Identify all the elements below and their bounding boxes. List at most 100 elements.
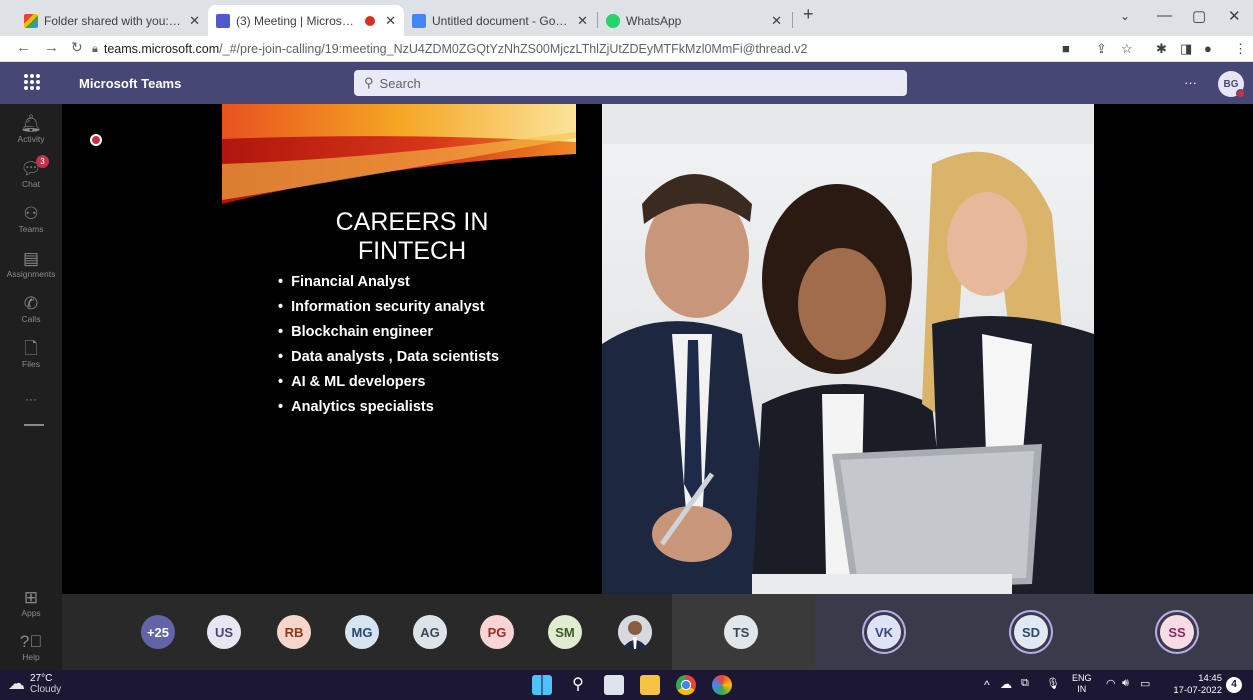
- browser-tab-whatsapp[interactable]: WhatsApp ✕: [598, 5, 790, 36]
- slide-title-line: FINTECH: [357, 237, 467, 265]
- rail-item-help[interactable]: ?⃝ Help: [0, 632, 62, 662]
- chrome-icon[interactable]: [676, 675, 696, 695]
- apps-icon: ⊞: [23, 588, 39, 607]
- clock[interactable]: 14:45 17-07-2022: [1160, 673, 1222, 697]
- participant-initials: RB: [284, 624, 304, 640]
- rail-label: Teams: [18, 224, 44, 234]
- participant-initials: VK: [874, 624, 894, 640]
- rail-label: Chat: [22, 179, 40, 189]
- notification-badge[interactable]: 4: [1226, 677, 1242, 693]
- window-close-button[interactable]: ✕: [1228, 7, 1241, 25]
- close-icon[interactable]: ✕: [189, 13, 200, 29]
- task-view-icon[interactable]: [604, 675, 624, 695]
- reload-icon[interactable]: ↻: [71, 39, 83, 56]
- app-launcher-icon[interactable]: [24, 74, 40, 90]
- file-explorer-icon[interactable]: [640, 675, 660, 695]
- language-indicator[interactable]: ENG IN: [1072, 673, 1092, 695]
- close-icon[interactable]: ✕: [385, 13, 396, 29]
- list-item: • AI & ML developers: [278, 374, 426, 390]
- maximize-button[interactable]: ▢: [1192, 7, 1206, 25]
- battery-icon[interactable]: ▭: [1140, 677, 1150, 690]
- participant-avatar[interactable]: SM: [548, 615, 582, 649]
- presentation-slide: CAREERS IN FINTECH • Financial Analyst •…: [222, 104, 600, 594]
- close-icon[interactable]: ✕: [771, 13, 782, 29]
- extensions-icon[interactable]: ✱: [1156, 41, 1167, 57]
- language-code: ENG: [1072, 673, 1092, 683]
- recording-icon: [365, 15, 376, 26]
- tray-chevron-icon[interactable]: ^: [984, 678, 990, 692]
- profile-avatar-icon[interactable]: ●: [1204, 41, 1212, 56]
- slide-title: CAREERS IN FINTECH: [302, 208, 522, 266]
- file-icon: 🗋︎: [24, 339, 38, 358]
- tab-search-button[interactable]: ⌄: [1120, 9, 1130, 23]
- slide-bullets: • Financial Analyst • Information securi…: [278, 274, 499, 424]
- url-path: /_#/pre-join-calling/19:meeting_NzU4ZDM0…: [219, 42, 808, 56]
- divider: [24, 424, 44, 426]
- slide-photo: [602, 104, 1094, 594]
- search-icon[interactable]: ⚲: [568, 675, 588, 695]
- participant-avatar[interactable]: MG: [345, 615, 379, 649]
- more-options-button[interactable]: ···: [1184, 75, 1197, 90]
- new-tab-button[interactable]: +: [803, 4, 814, 25]
- participant-avatar[interactable]: AG: [413, 615, 447, 649]
- rail-item-assignments[interactable]: ▤ Assignments: [0, 249, 62, 279]
- participant-avatar[interactable]: US: [207, 615, 241, 649]
- participant-avatar[interactable]: [618, 615, 652, 649]
- rail-item-chat[interactable]: 💬︎ Chat 3: [0, 155, 62, 189]
- share-icon[interactable]: ⇪: [1096, 41, 1107, 57]
- rail-more-button[interactable]: ···: [0, 392, 62, 406]
- rail-item-teams[interactable]: ⚇ Teams: [0, 204, 62, 234]
- list-item: • Analytics specialists: [278, 399, 434, 415]
- browser-tab-teams[interactable]: (3) Meeting | Microsoft Team ✕: [208, 5, 404, 36]
- tab-title: (3) Meeting | Microsoft Team: [236, 13, 359, 28]
- weather-temp: 27°C: [30, 673, 53, 684]
- start-button[interactable]: [532, 675, 552, 695]
- weather-desc: Cloudy: [30, 684, 62, 695]
- weather-widget[interactable]: ☁ 27°C Cloudy: [8, 673, 61, 695]
- participant-avatar[interactable]: TS: [724, 615, 758, 649]
- address-bar: ← → ↻ 🔒︎ teams.microsoft.com /_#/pre-joi…: [0, 36, 1253, 62]
- volume-icon[interactable]: 🔊︎: [1122, 677, 1129, 690]
- meet-now-icon[interactable]: ⧉: [1021, 677, 1029, 690]
- rail-item-apps[interactable]: ⊞ Apps: [0, 588, 62, 618]
- rail-item-activity[interactable]: 🔔︎ Activity: [0, 114, 62, 144]
- chrome-profile-icon[interactable]: [712, 675, 732, 695]
- bullet-text: Blockchain engineer: [291, 324, 433, 340]
- rail-label: Activity: [17, 134, 45, 144]
- participant-avatar[interactable]: PG: [480, 615, 514, 649]
- search-input[interactable]: ⚲ Search: [354, 70, 907, 96]
- chrome-menu-icon[interactable]: ⋮: [1234, 41, 1247, 57]
- browser-tab-docs[interactable]: Untitled document - Google Doc ✕: [404, 5, 596, 36]
- tab-title: WhatsApp: [626, 13, 682, 28]
- side-panel-icon[interactable]: ◨: [1180, 41, 1192, 57]
- participant-avatar[interactable]: RB: [277, 615, 311, 649]
- rail-item-calls[interactable]: ✆ Calls: [0, 294, 62, 324]
- rail-item-files[interactable]: 🗋︎ Files: [0, 339, 62, 369]
- browser-tab-gmail[interactable]: Folder shared with you: "Referen ✕: [16, 5, 208, 36]
- forward-icon[interactable]: →: [44, 39, 59, 56]
- participant-initials: PG: [487, 624, 507, 640]
- phone-icon: ✆: [23, 294, 39, 313]
- bullet-text: Analytics specialists: [291, 399, 434, 415]
- back-icon[interactable]: ←: [16, 39, 31, 56]
- participant-avatar[interactable]: SS: [1160, 615, 1194, 649]
- camera-icon[interactable]: ■: [1062, 41, 1070, 56]
- unread-badge: 3: [36, 155, 49, 168]
- tab-title: Untitled document - Google Doc: [432, 13, 571, 28]
- help-icon: ?⃝: [19, 632, 43, 651]
- participant-avatar[interactable]: VK: [867, 615, 901, 649]
- minimize-button[interactable]: —: [1157, 7, 1172, 24]
- close-icon[interactable]: ✕: [577, 13, 588, 29]
- list-item: • Data analysts , Data scientists: [278, 349, 500, 365]
- url-field[interactable]: 🔒︎ teams.microsoft.com /_#/pre-join-call…: [92, 38, 1052, 60]
- bookmark-star-icon[interactable]: ☆: [1121, 41, 1133, 57]
- wifi-icon[interactable]: ◠: [1106, 677, 1116, 690]
- bullet-text: Information security analyst: [291, 299, 485, 315]
- participant-avatar[interactable]: +25: [141, 615, 175, 649]
- google-docs-icon: [412, 13, 426, 28]
- avatar[interactable]: BG: [1218, 71, 1245, 98]
- teams-icon: ⚇: [23, 204, 39, 223]
- onedrive-icon[interactable]: ☁: [1000, 677, 1012, 691]
- microphone-icon[interactable]: 🎙︎: [1046, 677, 1060, 690]
- participant-avatar[interactable]: SD: [1014, 615, 1048, 649]
